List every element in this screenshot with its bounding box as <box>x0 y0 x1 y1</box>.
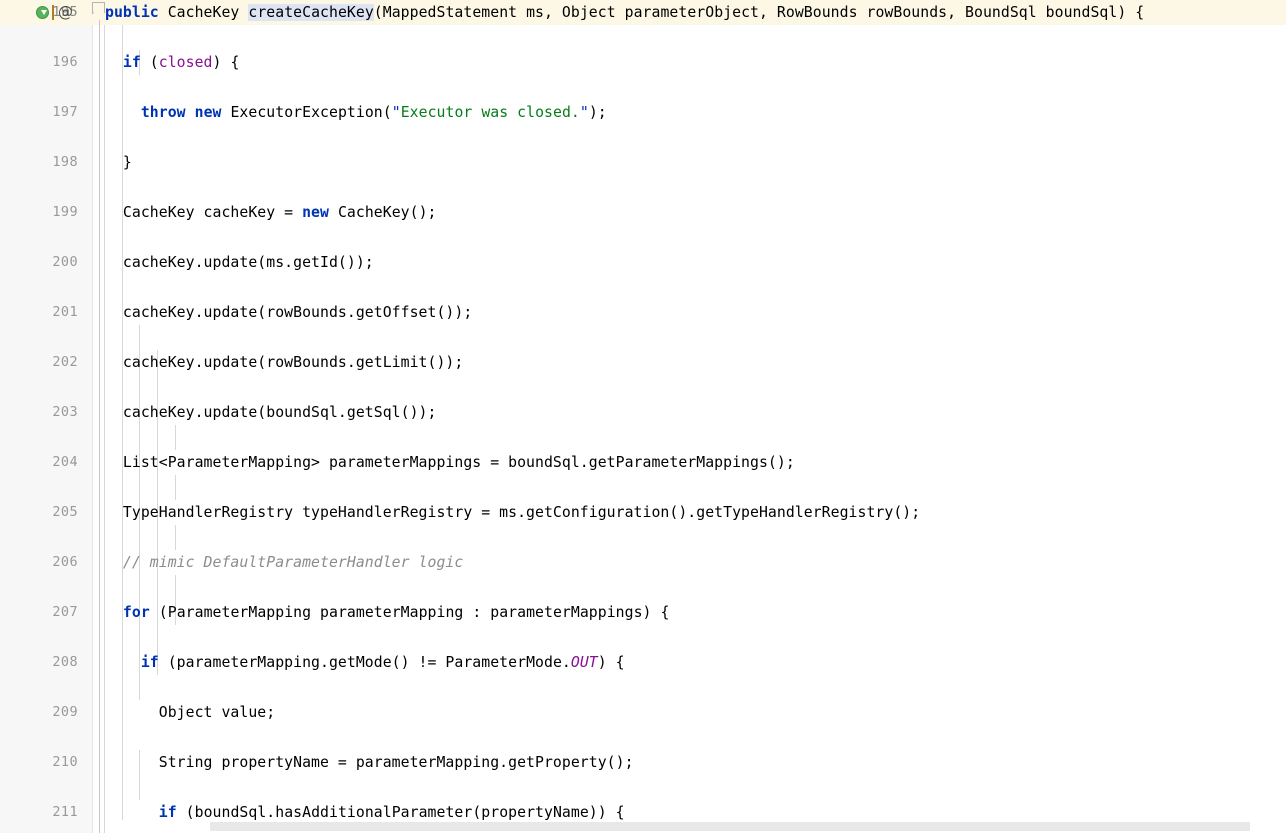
code-rows[interactable]: 195 public CacheKey createCacheKey(Mapped… <box>0 0 1286 833</box>
line-number: 209 <box>52 704 78 720</box>
line-content[interactable]: for (ParameterMapping parameterMapping :… <box>105 600 669 625</box>
line-content[interactable]: public CacheKey createCacheKey(MappedSta… <box>105 0 1144 25</box>
line-content[interactable]: Object value; <box>105 700 275 725</box>
code-line[interactable]: 205 TypeHandlerRegistry typeHandlerRegis… <box>0 500 1286 525</box>
code-line[interactable]: 207 for (ParameterMapping parameterMappi… <box>0 600 1286 625</box>
line-content[interactable]: } <box>105 150 132 175</box>
code-line[interactable]: 195 public CacheKey createCacheKey(Mapped… <box>0 0 1286 25</box>
code-line[interactable]: 203 cacheKey.update(boundSql.getSql()); <box>0 400 1286 425</box>
code-line[interactable]: 196 if (closed) { <box>0 50 1286 75</box>
line-content[interactable]: TypeHandlerRegistry typeHandlerRegistry … <box>105 500 920 525</box>
indent-guide <box>174 525 176 550</box>
line-content[interactable]: if (closed) { <box>105 50 239 75</box>
line-content[interactable]: cacheKey.update(boundSql.getSql()); <box>105 400 437 425</box>
line-number: 206 <box>52 554 78 570</box>
code-line[interactable]: 209 Object value; <box>0 700 1286 725</box>
horizontal-scrollbar-track[interactable] <box>105 820 1286 833</box>
code-line[interactable]: 204 List<ParameterMapping> parameterMapp… <box>0 450 1286 475</box>
line-content[interactable]: String propertyName = parameterMapping.g… <box>105 750 634 775</box>
line-number: 202 <box>52 354 78 370</box>
line-number: 211 <box>52 804 78 820</box>
code-line[interactable]: 197 throw new ExecutorException("Executo… <box>0 100 1286 125</box>
code-line[interactable]: 199 CacheKey cacheKey = new CacheKey(); <box>0 200 1286 225</box>
line-number: 201 <box>52 304 78 320</box>
line-content[interactable]: if (parameterMapping.getMode() != Parame… <box>105 650 625 675</box>
line-markers[interactable]: @ <box>36 0 73 25</box>
line-number: 204 <box>52 454 78 470</box>
line-number: 210 <box>52 754 78 770</box>
code-line[interactable]: 210 String propertyName = parameterMappi… <box>0 750 1286 775</box>
indent-guide <box>174 475 176 500</box>
code-editor[interactable]: 195 public CacheKey createCacheKey(Mapped… <box>0 0 1286 833</box>
horizontal-scrollbar-thumb[interactable] <box>210 822 1250 831</box>
line-content[interactable]: throw new ExecutorException("Executor wa… <box>105 100 607 125</box>
override-method-icon[interactable] <box>36 6 49 19</box>
caret-indicator <box>52 5 54 20</box>
line-content[interactable]: CacheKey cacheKey = new CacheKey(); <box>105 200 437 225</box>
line-content[interactable]: cacheKey.update(ms.getId()); <box>105 250 374 275</box>
line-number: 199 <box>52 204 78 220</box>
code-line[interactable]: 206 // mimic DefaultParameterHandler log… <box>0 550 1286 575</box>
indent-guide <box>174 425 176 450</box>
line-number: 197 <box>52 104 78 120</box>
line-number: 203 <box>52 404 78 420</box>
line-content[interactable]: cacheKey.update(rowBounds.getOffset()); <box>105 300 472 325</box>
annotation-icon[interactable]: @ <box>58 5 73 20</box>
line-number: 207 <box>52 604 78 620</box>
line-number: 198 <box>52 154 78 170</box>
code-line[interactable]: 200 cacheKey.update(ms.getId()); <box>0 250 1286 275</box>
line-number: 200 <box>52 254 78 270</box>
line-content[interactable]: // mimic DefaultParameterHandler logic <box>105 550 463 575</box>
line-number: 208 <box>52 654 78 670</box>
code-line[interactable]: 208 if (parameterMapping.getMode() != Pa… <box>0 650 1286 675</box>
code-line[interactable]: 201 cacheKey.update(rowBounds.getOffset(… <box>0 300 1286 325</box>
line-number: 205 <box>52 504 78 520</box>
line-content[interactable]: cacheKey.update(rowBounds.getLimit()); <box>105 350 463 375</box>
fold-region-line <box>99 20 100 833</box>
code-line[interactable]: 202 cacheKey.update(rowBounds.getLimit()… <box>0 350 1286 375</box>
line-content[interactable]: List<ParameterMapping> parameterMappings… <box>105 450 795 475</box>
code-line[interactable]: 198 } <box>0 150 1286 175</box>
line-number: 196 <box>52 54 78 70</box>
